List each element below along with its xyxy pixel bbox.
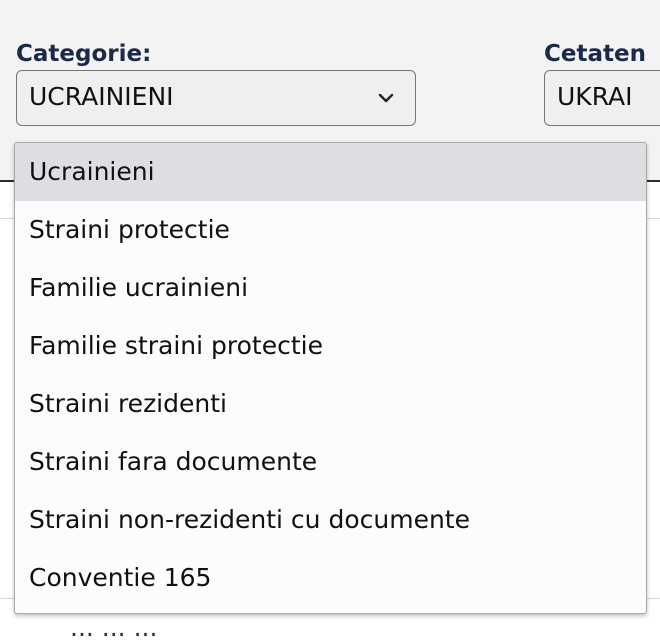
cetatenie-label: Cetaten (544, 41, 646, 67)
option-straini-protectie[interactable]: Straini protectie (15, 201, 646, 259)
cetatenie-select[interactable]: UKRAI (544, 70, 660, 126)
option-straini-rezidenti[interactable]: Straini rezidenti (15, 375, 646, 433)
option-straini-fara-documente[interactable]: Straini fara documente (15, 433, 646, 491)
categorie-select[interactable]: UCRAINIENI (16, 70, 416, 126)
categorie-dropdown-list: Ucrainieni Straini protectie Familie ucr… (14, 142, 647, 614)
option-ucrainieni[interactable]: Ucrainieni (15, 143, 646, 201)
option-familie-straini-protectie[interactable]: Familie straini protectie (15, 317, 646, 375)
categorie-select-value: UCRAINIENI (29, 82, 174, 111)
chevron-down-icon (378, 93, 394, 103)
option-straini-non-rezidenti-cu-documente[interactable]: Straini non-rezidenti cu documente (15, 491, 646, 549)
cetatenie-select-value: UKRAI (557, 82, 633, 111)
obscured-row-text: ... ... ... (70, 614, 157, 642)
option-familie-ucrainieni[interactable]: Familie ucrainieni (15, 259, 646, 317)
option-conventie-165[interactable]: Conventie 165 (15, 549, 646, 607)
categorie-label: Categorie: (16, 41, 152, 67)
obscured-row-label: ... ... ... (70, 613, 158, 642)
